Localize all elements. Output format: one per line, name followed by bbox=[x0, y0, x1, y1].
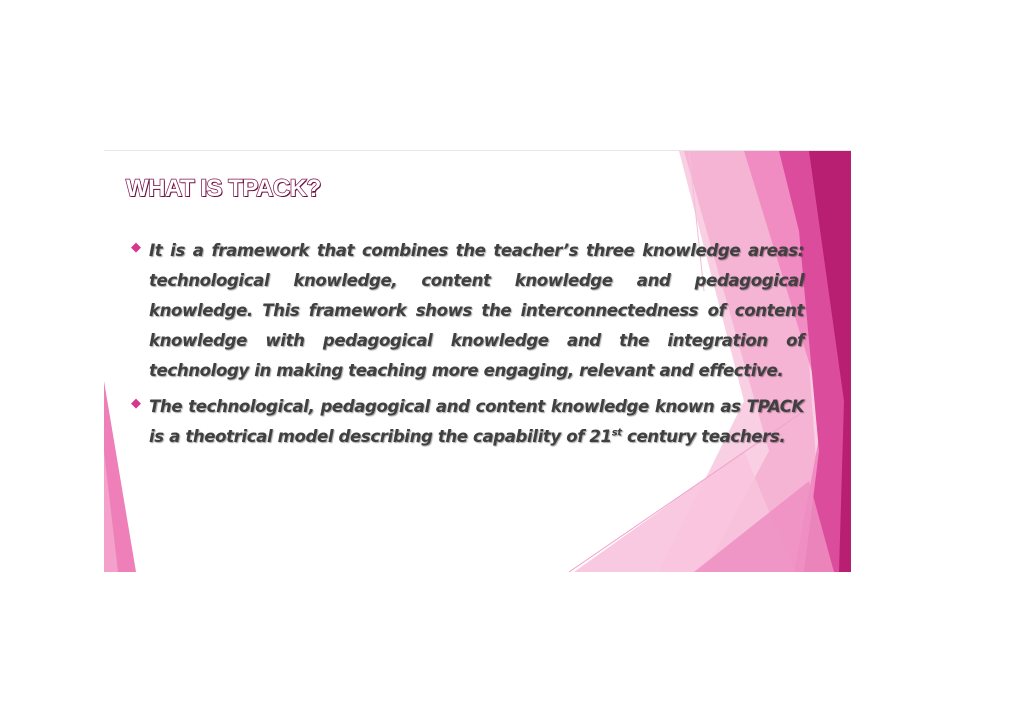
ordinal-superscript: st bbox=[611, 427, 622, 439]
bullet-list: ◆ It is a framework that combines the te… bbox=[130, 236, 804, 458]
bullet-text: The technological, pedagogical and conte… bbox=[149, 392, 804, 452]
page: WHAT IS TPACK? ◆ It is a framework that … bbox=[0, 0, 1016, 708]
slide: WHAT IS TPACK? ◆ It is a framework that … bbox=[104, 150, 851, 572]
bullet-item: ◆ The technological, pedagogical and con… bbox=[130, 392, 804, 452]
diamond-icon: ◆ bbox=[131, 240, 141, 255]
bullet-text: It is a framework that combines the teac… bbox=[149, 241, 804, 380]
slide-title: WHAT IS TPACK? bbox=[125, 174, 322, 202]
diamond-icon: ◆ bbox=[131, 396, 141, 411]
bullet-text-end: century teachers. bbox=[621, 427, 786, 446]
bullet-item: ◆ It is a framework that combines the te… bbox=[130, 236, 804, 386]
